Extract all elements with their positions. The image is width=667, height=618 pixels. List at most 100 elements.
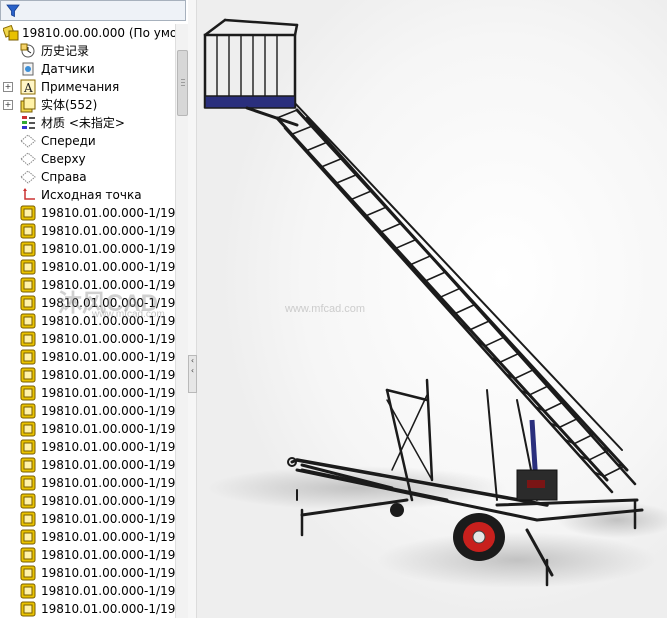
part-icon bbox=[20, 547, 36, 563]
tree-part-label: 19810.01.00.000-1/198 bbox=[41, 422, 183, 436]
ladder-rung bbox=[424, 271, 447, 282]
tree-part-item[interactable]: 19810.01.00.000-1/198 bbox=[0, 582, 183, 600]
tree-part-item[interactable]: 19810.01.00.000-1/198 bbox=[0, 492, 183, 510]
ladder-rung bbox=[454, 303, 477, 315]
feature-tree: 19810.00.00.000 (По умо... 历史记录 Датчики + A… bbox=[0, 24, 188, 618]
expand-icon[interactable]: + bbox=[3, 100, 13, 110]
tree-part-item[interactable]: 19810.01.00.000-1/198 bbox=[0, 528, 183, 546]
tree-part-label: 19810.01.00.000-1/198 bbox=[41, 350, 183, 364]
collapse-panel-icon[interactable]: ‹ ‹ bbox=[188, 355, 197, 393]
tree-part-item[interactable]: 19810.01.00.000-1/198 bbox=[0, 402, 183, 420]
ladder-rung bbox=[335, 174, 358, 184]
tree-part-item[interactable]: 19810.01.00.000-1/198 bbox=[0, 222, 183, 240]
ladder-rung bbox=[602, 465, 625, 478]
part-icon bbox=[20, 223, 36, 239]
watermark-overlay-url: www.mfcad.com bbox=[92, 309, 165, 320]
ladder-rung bbox=[305, 141, 328, 152]
tree-item[interactable]: 材质 <未指定> bbox=[0, 114, 176, 132]
tree-part-label: 19810.01.00.000-1/198 bbox=[41, 332, 183, 346]
annotations-icon: A bbox=[20, 79, 36, 95]
part-icon bbox=[20, 241, 36, 257]
tree-item[interactable]: + 实体(552) bbox=[0, 96, 176, 114]
ladder-rung bbox=[469, 319, 491, 331]
ladder-rung bbox=[365, 206, 387, 217]
tree-part-label: 19810.01.00.000-1/198 bbox=[41, 476, 183, 490]
tree-part-item[interactable]: 19810.01.00.000-1/198 bbox=[0, 258, 183, 276]
tree-part-item[interactable]: 19810.01.00.000-1/198 bbox=[0, 510, 183, 528]
tree-part-item[interactable]: 19810.01.00.000-1/198 bbox=[0, 438, 183, 456]
model-render bbox=[203, 18, 667, 588]
tree-part-item[interactable]: 19810.01.00.000-1/198 bbox=[0, 330, 183, 348]
tree-part-label: 19810.01.00.000-1/198 bbox=[41, 584, 183, 598]
tree-part-label: 19810.01.00.000-1/198 bbox=[41, 602, 183, 616]
part-icon bbox=[20, 421, 36, 437]
tree-part-item[interactable]: 19810.01.00.000-1/198 bbox=[0, 420, 183, 438]
tree-scrollbar[interactable] bbox=[175, 24, 188, 618]
tree-item[interactable]: Сверху bbox=[0, 150, 176, 168]
ladder-rung bbox=[558, 416, 580, 429]
part-icon bbox=[20, 385, 36, 401]
tree-item-label: Спереди bbox=[41, 134, 96, 148]
plane-icon bbox=[20, 170, 36, 184]
filter-bar bbox=[0, 0, 186, 21]
part-icon bbox=[20, 403, 36, 419]
tree-item-label: Примечания bbox=[41, 80, 120, 94]
part-icon bbox=[20, 331, 36, 347]
tree-part-item[interactable]: 19810.01.00.000-1/198 bbox=[0, 600, 183, 618]
part-icon bbox=[20, 259, 36, 275]
part-icon bbox=[20, 313, 36, 329]
tree-part-item[interactable]: 19810.01.00.000-1/198 bbox=[0, 204, 183, 222]
part-icon bbox=[20, 493, 36, 509]
part-icon bbox=[20, 457, 36, 473]
tree-item[interactable]: Спереди bbox=[0, 132, 176, 150]
tree-part-item[interactable]: 19810.01.00.000-1/198 bbox=[0, 564, 183, 582]
origin-icon bbox=[23, 188, 35, 200]
tree-item[interactable]: + A Примечания bbox=[0, 78, 176, 96]
tree-item-label: Сверху bbox=[41, 152, 86, 166]
ladder-rung bbox=[395, 238, 417, 250]
sensors-icon bbox=[22, 62, 34, 76]
tree-part-label: 19810.01.00.000-1/198 bbox=[41, 548, 183, 562]
ladder-rung bbox=[513, 368, 536, 380]
history-icon bbox=[20, 43, 35, 58]
plane-icon bbox=[20, 152, 36, 166]
tree-item-label: Исходная точка bbox=[41, 188, 142, 202]
tree-root-assembly[interactable]: 19810.00.00.000 (По умо... bbox=[0, 24, 188, 42]
tree-item-label: Датчики bbox=[41, 62, 95, 76]
tree-item[interactable]: 历史记录 bbox=[0, 42, 176, 60]
ladder-rung bbox=[484, 335, 506, 347]
part-icon bbox=[20, 583, 36, 599]
part-icon bbox=[20, 367, 36, 383]
tree-part-label: 19810.01.00.000-1/198 bbox=[41, 458, 183, 472]
tree-part-item[interactable]: 19810.01.00.000-1/198 bbox=[0, 240, 183, 258]
tree-root-label: 19810.00.00.000 (По умо... bbox=[22, 26, 189, 40]
ladder-rung bbox=[350, 190, 373, 201]
ladder-rung bbox=[409, 255, 432, 266]
ladder-rung bbox=[573, 433, 595, 445]
part-icon bbox=[20, 601, 36, 617]
tree-item[interactable]: Исходная точка bbox=[0, 186, 176, 204]
tree-part-label: 19810.01.00.000-1/198 bbox=[41, 440, 183, 454]
filter-icon[interactable] bbox=[6, 4, 20, 18]
tree-part-label: 19810.01.00.000-1/198 bbox=[41, 386, 183, 400]
tree-item[interactable]: Датчики bbox=[0, 60, 176, 78]
tree-part-item[interactable]: 19810.01.00.000-1/198 bbox=[0, 384, 183, 402]
ladder-rung bbox=[380, 222, 402, 233]
graphics-viewport[interactable]: 沐风CAD www.mfcad.com www.mfcad.com bbox=[197, 0, 667, 618]
tree-part-item[interactable]: 19810.01.00.000-1/198 bbox=[0, 456, 183, 474]
tree-part-item[interactable]: 19810.01.00.000-1/198 bbox=[0, 546, 183, 564]
expand-icon[interactable]: + bbox=[3, 82, 13, 92]
part-icon bbox=[20, 349, 36, 365]
panel-splitter[interactable]: ‹ ‹ bbox=[188, 0, 197, 618]
tree-part-item[interactable]: 19810.01.00.000-1/198 bbox=[0, 366, 183, 384]
tree-part-item[interactable]: 19810.01.00.000-1/198 bbox=[0, 474, 183, 492]
tree-part-label: 19810.01.00.000-1/198 bbox=[41, 404, 183, 418]
tree-part-label: 19810.01.00.000-1/198 bbox=[41, 242, 183, 256]
solid-bodies-icon bbox=[20, 97, 36, 113]
tree-part-item[interactable]: 19810.01.00.000-1/198 bbox=[0, 348, 183, 366]
tree-part-label: 19810.01.00.000-1/198 bbox=[41, 368, 183, 382]
tree-part-label: 19810.01.00.000-1/198 bbox=[41, 512, 183, 526]
tree-scrollbar-thumb[interactable] bbox=[177, 50, 188, 116]
ladder-rung bbox=[439, 287, 462, 298]
tree-item[interactable]: Справа bbox=[0, 168, 176, 186]
